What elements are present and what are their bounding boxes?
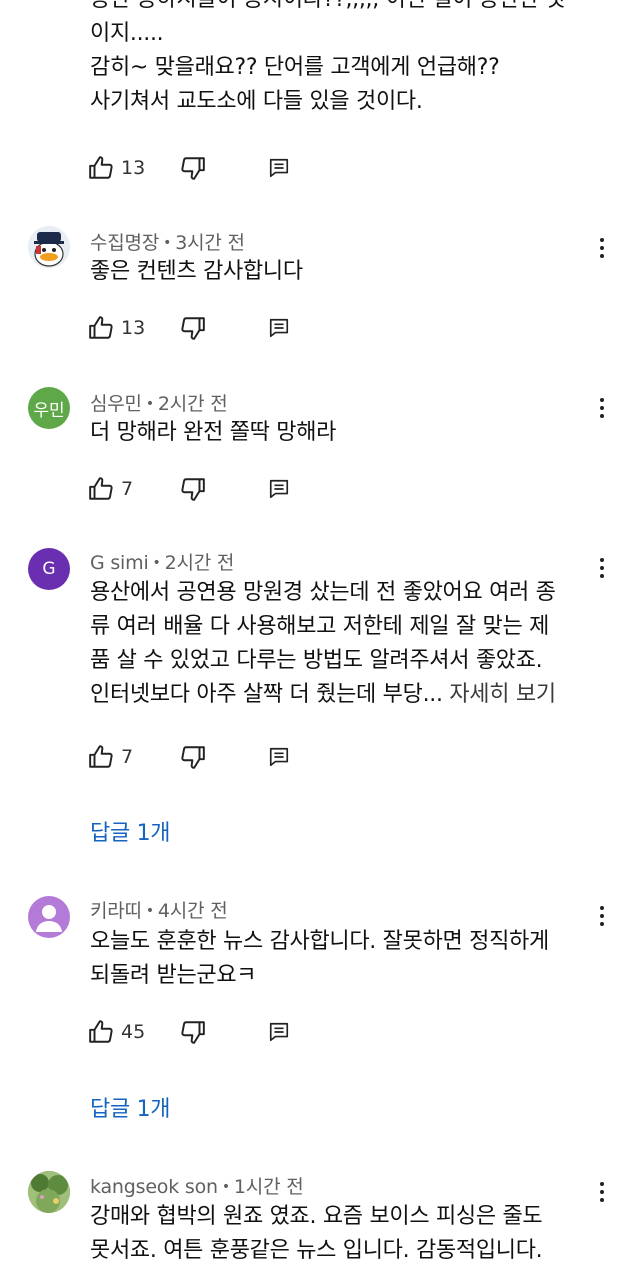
comment-text-line: 오늘도 훈훈한 뉴스 감사합니다. 잘못하면 정직하게 [90,929,549,954]
comment-actions: 13 [88,315,388,345]
comment-text-line: 강매와 협박의 원죠 였죠. 요즘 보이스 피싱은 줄도 [90,1204,543,1229]
thumbs-up-icon[interactable] [88,476,114,502]
thumbs-up-icon[interactable] [88,744,114,770]
default-person-avatar-icon [36,905,62,932]
author-name[interactable]: 심우민 [90,393,142,415]
comment-time: 3시간 전 [175,232,245,254]
author-name[interactable]: 수집명장 [90,232,159,254]
reply-icon[interactable] [268,478,290,500]
comment-meta: 심우민 • 2시간 전 [90,393,228,415]
thumbs-down-icon[interactable] [180,315,206,341]
reply-icon[interactable] [268,157,290,179]
comment-time: 1시간 전 [233,1176,304,1198]
thumbs-up-icon[interactable] [88,1019,114,1045]
thumbs-down-icon[interactable] [180,155,206,181]
avatar-initials: 우민 [33,400,65,421]
comment-text-line: 좋은 컨텐츠 감사합니다 [90,259,303,284]
avatar[interactable] [28,896,70,938]
comment-text: 강매와 협박의 원죠 였죠. 요즘 보이스 피싱은 줄도 못서죠. 여튼 훈풍같… [90,1200,610,1268]
comment-actions: 7 [88,476,388,506]
avatar[interactable]: G [28,548,70,590]
view-replies-link[interactable]: 답글 1개 [90,815,171,847]
avatar[interactable]: 우민 [28,387,70,429]
comment-text-line: 공간 공하시들이 공시이라??,,,,, 이런 일이 공란란 것 [90,0,610,17]
comment-text: 용산에서 공연용 망원경 샀는데 전 좋았어요 여러 종 류 여러 배율 다 사… [90,576,610,712]
thumbs-up-icon[interactable] [88,155,114,181]
reply-icon[interactable] [268,1021,290,1043]
view-replies-link[interactable]: 답글 1개 [90,1091,171,1123]
comment-meta: kangseok son • 1시간 전 [90,1176,304,1198]
comment-text-line: 사기쳐서 교도소에 다들 있을 것이다. [90,89,423,114]
duck-character-avatar-icon [28,226,70,268]
comment-meta: 수집명장 • 3시간 전 [90,232,245,254]
author-name[interactable]: G simi [90,552,149,574]
like-count: 7 [121,746,134,768]
thumbs-down-icon[interactable] [180,476,206,502]
comment-meta: 키라띠 • 4시간 전 [90,900,228,922]
comments-page: 공간 공하시들이 공시이라??,,,,, 이런 일이 공란란 것 이지.....… [0,0,640,1280]
comment-text-line: 감히~ 맞을래요?? 단어를 고객에게 언급해?? [90,55,500,80]
comment-text: 좋은 컨텐츠 감사합니다 [90,255,610,289]
avatar-initials: G [42,559,56,579]
see-more-link[interactable]: 자세히 보기 [449,682,556,707]
comment-text-line: 되돌려 받는군요ㅋ [90,963,257,988]
like-count: 45 [121,1021,146,1043]
comment-text-line: 더 망해라 완전 쫄딱 망해라 [90,420,337,445]
reply-icon[interactable] [268,746,290,768]
comment-text: 더 망해라 완전 쫄딱 망해라 [90,416,610,450]
comment-text-line: 품 살 수 있었고 다루는 방법도 알려주셔서 좋았죠. [90,648,543,673]
comment-text: 오늘도 훈훈한 뉴스 감사합니다. 잘못하면 정직하게 되돌려 받는군요ㅋ [90,925,610,993]
author-name[interactable]: 키라띠 [90,900,142,922]
comment-actions: 45 [88,1019,388,1049]
like-count: 13 [121,157,146,179]
comment-text-line: 못서죠. 여튼 훈풍같은 뉴스 입니다. 감동적입니다. [90,1238,543,1263]
comment-text-line: 용산에서 공연용 망원경 샀는데 전 좋았어요 여러 종 [90,580,556,605]
thumbs-down-icon[interactable] [180,1019,206,1045]
comment-time: 2시간 전 [164,552,235,574]
comment-text-line: 류 여러 배율 다 사용해보고 저한테 제일 잘 맞는 제 [90,614,550,639]
avatar[interactable] [28,1171,70,1213]
comment-actions: 13 [88,155,388,185]
comment-time: 2시간 전 [157,393,228,415]
avatar[interactable] [28,226,70,268]
landscape-photo-avatar-icon [28,1171,70,1213]
thumbs-up-icon[interactable] [88,315,114,341]
like-count: 7 [121,478,134,500]
comment-text-line: 인터넷보다 아주 살짝 더 줬는데 부당... [90,682,443,707]
author-name[interactable]: kangseok son [90,1176,218,1198]
comment-text: 공간 공하시들이 공시이라??,,,,, 이런 일이 공란란 것 이지.....… [90,0,610,119]
reply-icon[interactable] [268,317,290,339]
comment-meta: G simi • 2시간 전 [90,552,235,574]
comment-text-line: 인터넷보다 아주 살짝 더 줬는데 부당... 자세히 보기 [90,678,610,712]
comment-time: 4시간 전 [157,900,228,922]
like-count: 13 [121,317,146,339]
comment-text-line: 이지..... [90,21,164,46]
thumbs-down-icon[interactable] [180,744,206,770]
comment-actions: 7 [88,744,388,774]
